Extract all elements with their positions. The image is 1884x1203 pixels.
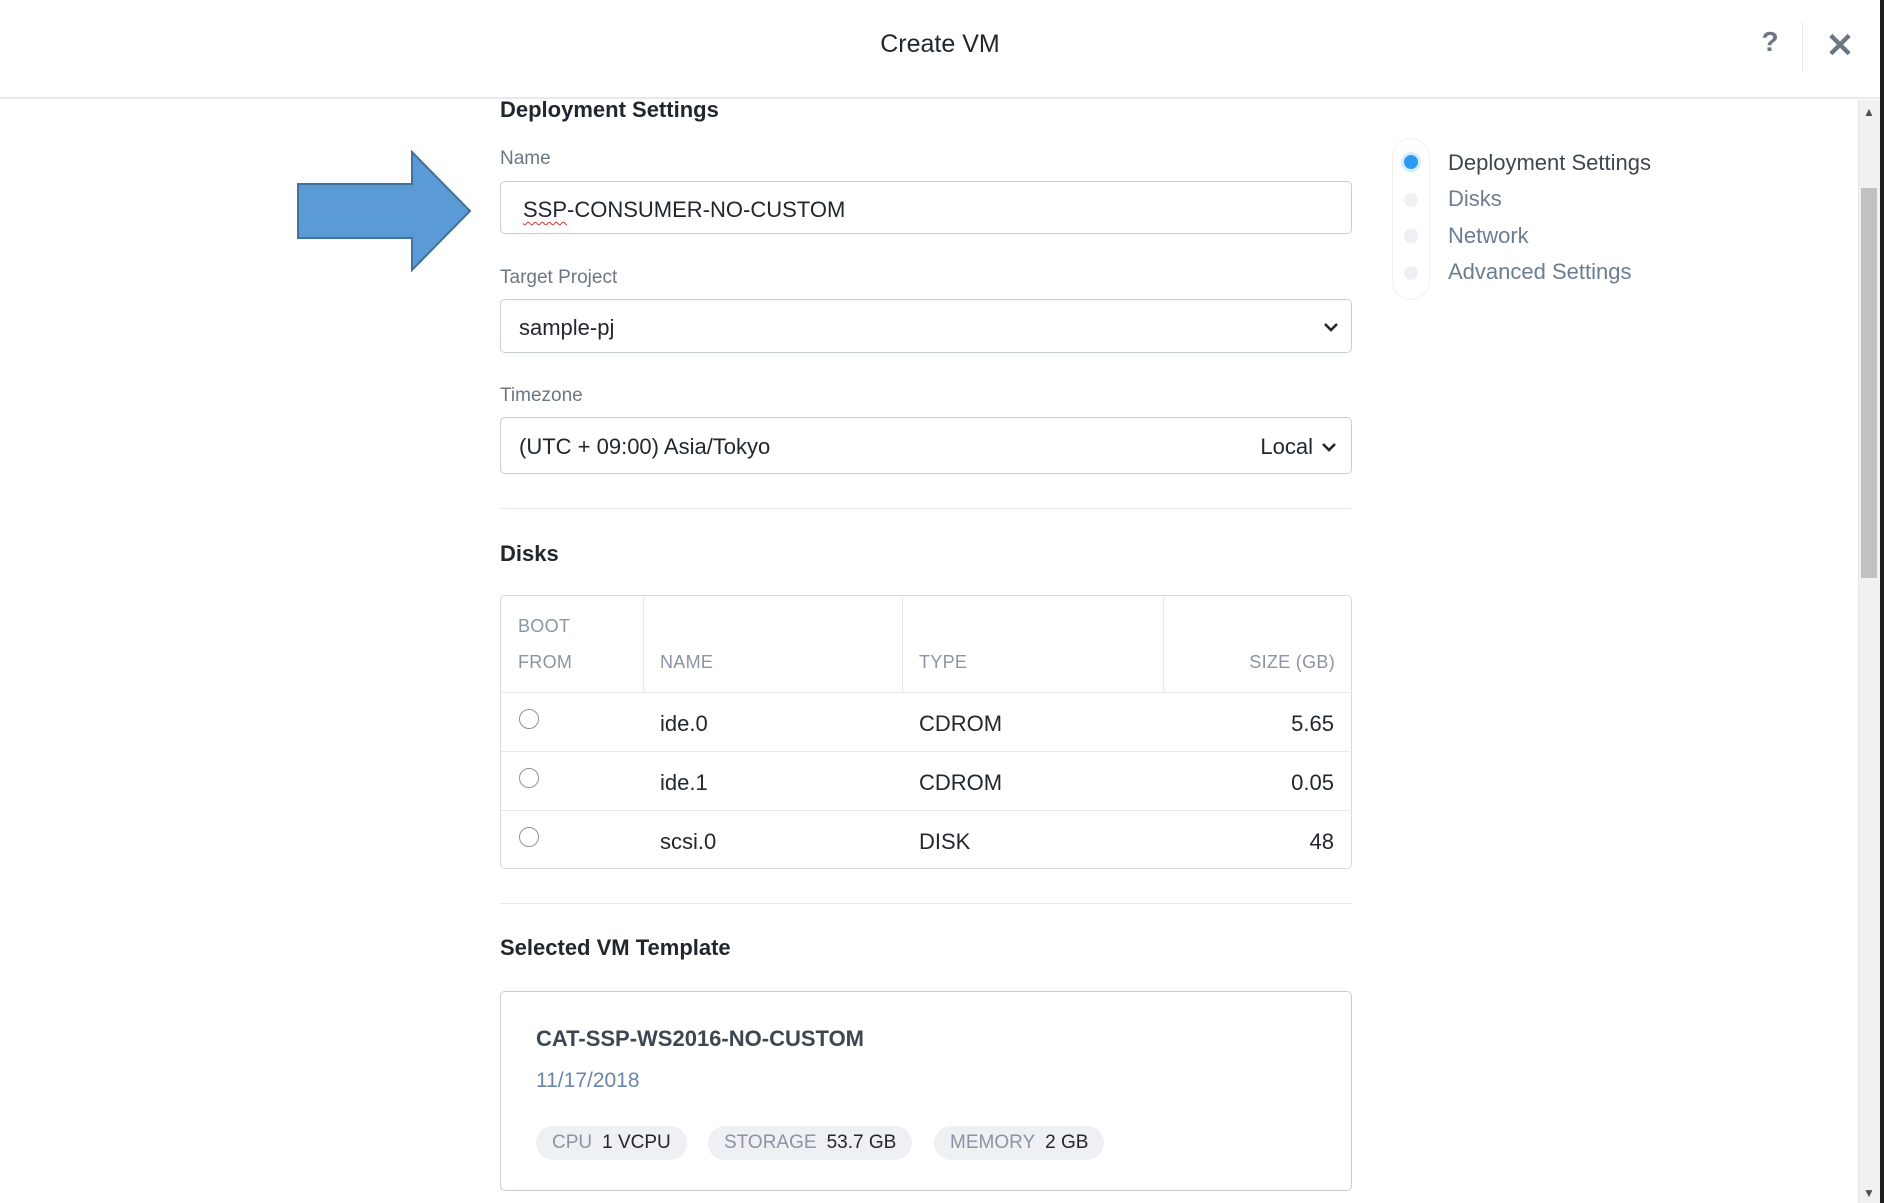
nav-dot: [1404, 193, 1418, 207]
nav-dot-active: [1401, 152, 1421, 172]
column-header-size: SIZE (GB): [1249, 652, 1335, 672]
disk-type-cell: DISK: [919, 829, 971, 854]
scroll-up-icon[interactable]: ▲: [1861, 104, 1877, 120]
close-icon[interactable]: ✕: [1822, 24, 1858, 68]
section-divider: [500, 508, 1352, 509]
column-header-boot-from-line1: BOOT: [518, 616, 571, 636]
spellcheck-word: SSP: [523, 197, 568, 222]
header-divider: [1802, 22, 1803, 72]
row-divider: [501, 810, 1350, 811]
disk-name-cell: ide.0: [660, 711, 708, 736]
spec-value: 2 GB: [1045, 1132, 1089, 1153]
template-name: CAT-SSP-WS2016-NO-CUSTOM: [536, 1026, 865, 1051]
column-header-name: NAME: [660, 652, 714, 672]
disks-table: BOOT FROM NAME TYPE SIZE (GB) ide.0 CDRO…: [500, 595, 1352, 869]
target-project-value: sample-pj: [519, 315, 615, 340]
cpu-spec-badge: CPU 1 VCPU: [536, 1126, 687, 1160]
spec-value: 1 VCPU: [602, 1132, 671, 1153]
column-divider: [1163, 596, 1164, 692]
row-divider: [501, 751, 1350, 752]
boot-from-radio[interactable]: [519, 709, 539, 729]
template-card: CAT-SSP-WS2016-NO-CUSTOM 11/17/2018 CPU 1…: [500, 991, 1352, 1191]
spec-key: STORAGE: [724, 1132, 817, 1153]
boot-from-radio[interactable]: [519, 827, 539, 847]
timezone-mode-dropdown[interactable]: Local: [1260, 434, 1313, 460]
nav-dot: [1404, 266, 1418, 280]
disk-size-cell: 0.05: [1291, 770, 1334, 795]
disk-size-cell: 48: [1309, 829, 1334, 854]
section-divider: [500, 903, 1352, 904]
disk-type-cell: CDROM: [919, 770, 1003, 795]
spec-value: 53.7 GB: [826, 1132, 897, 1153]
column-divider: [902, 596, 903, 692]
row-divider: [501, 692, 1350, 693]
timezone-select[interactable]: (UTC + 09:00) Asia/Tokyo Local: [500, 417, 1352, 474]
disk-type-cell: CDROM: [919, 711, 1003, 736]
disks-heading: Disks: [500, 541, 559, 566]
target-project-select[interactable]: sample-pj: [500, 299, 1352, 353]
nav-item-network[interactable]: Network: [1448, 223, 1529, 249]
nav-item-deployment-settings[interactable]: Deployment Settings: [1448, 150, 1651, 176]
memory-spec-badge: MEMORY 2 GB: [934, 1126, 1105, 1160]
storage-spec-badge: STORAGE 53.7 GB: [708, 1126, 913, 1160]
selected-template-heading: Selected VM Template: [500, 935, 731, 960]
window-edge: [1880, 0, 1884, 1203]
help-icon[interactable]: ?: [1755, 26, 1785, 62]
scroll-down-icon[interactable]: ▼: [1861, 1185, 1877, 1201]
disk-name-cell: ide.1: [660, 770, 708, 795]
name-input-value: SSP-CONSUMER-NO-CUSTOM: [523, 197, 845, 223]
dialog-header: Create VM ? ✕: [0, 0, 1884, 99]
chevron-down-icon: [1322, 443, 1336, 452]
spec-key: MEMORY: [950, 1132, 1036, 1153]
chevron-down-icon: [1324, 323, 1338, 332]
nav-item-advanced-settings[interactable]: Advanced Settings: [1448, 259, 1631, 285]
scrollbar-thumb[interactable]: [1861, 188, 1877, 578]
timezone-value: (UTC + 09:00) Asia/Tokyo: [519, 434, 771, 459]
name-input[interactable]: SSP-CONSUMER-NO-CUSTOM: [500, 181, 1352, 234]
template-date: 11/17/2018: [536, 1069, 640, 1092]
nav-dot: [1404, 229, 1418, 243]
name-label: Name: [500, 148, 551, 169]
disk-size-cell: 5.65: [1291, 711, 1334, 736]
column-header-type: TYPE: [919, 652, 968, 672]
spec-key: CPU: [552, 1132, 593, 1153]
column-divider: [643, 596, 644, 692]
dialog-title: Create VM: [880, 30, 1000, 58]
nav-item-disks[interactable]: Disks: [1448, 186, 1502, 212]
target-project-label: Target Project: [500, 267, 618, 288]
column-header-boot-from-line2: FROM: [518, 652, 573, 672]
boot-from-radio[interactable]: [519, 768, 539, 788]
deployment-settings-heading: Deployment Settings: [500, 97, 719, 122]
name-input-value-rest: -CONSUMER-NO-CUSTOM: [567, 197, 846, 222]
disk-name-cell: scsi.0: [660, 829, 717, 854]
annotation-arrow: [297, 150, 472, 272]
timezone-label: Timezone: [500, 385, 583, 406]
